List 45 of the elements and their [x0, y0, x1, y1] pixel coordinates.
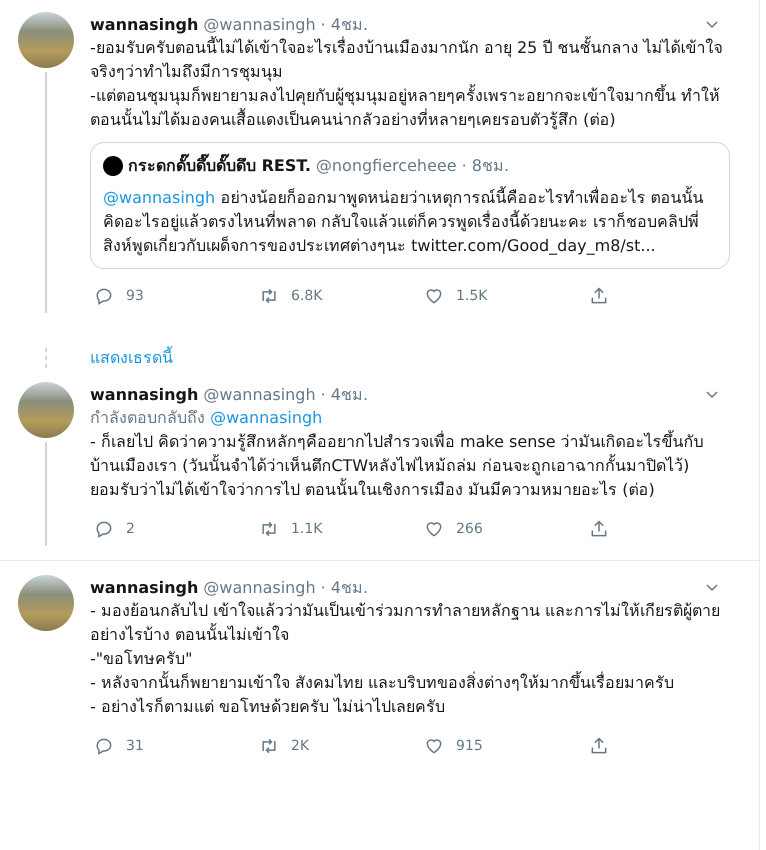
user-handle[interactable]: @wannasingh	[203, 14, 316, 34]
tweet-text: -"ขอโทษครับ"	[90, 648, 194, 670]
like-count: 1.5K	[456, 288, 488, 304]
tweet-time: · 4ชม.	[320, 384, 368, 406]
share-icon[interactable]	[589, 519, 609, 539]
quoted-tweet-text: @wannasingh อย่างน้อยก็ออกมาพูดหน่อยว่าเหตุการณ์นี้คืออะไรทำเพื่ออะไร ตอนนั้นคิดอะไรอยู่แล้วตรงไหนที่พลาด กลับใจแล้วแต่ก็ควรพูดเรื่องนี้ด้วยนะคะ เราก็ชอบคลิปพี่สิงห์พูดเกี่ยวกับเผด็จการของประเทศต่างๆนะ twitter.com/Good_day_m8/st...	[103, 186, 704, 258]
tweet-time: · 4ชม.	[320, 576, 368, 598]
tweet-text: -แต่ตอนชุมนุมก็พยายามลงไปคุยกับผู้ชุมนุมอยู่หลายๆครั้งเพราะอยากจะเข้าใจมากขึ้น ทำให้ตอนนั้นไม่ได้มองคนเสื้อแดงเป็นคนน่ากลัวอย่างที่หลายๆเคยรอบตัวรู้สึก (ต่อ)	[90, 84, 721, 132]
reply-icon[interactable]	[94, 519, 114, 539]
quoted-user-name: กระดกดั๊บดึ๊บดั๊บดึบ REST.	[128, 153, 311, 178]
show-thread-link[interactable]: แสดงเธรดนี้	[90, 345, 173, 370]
reply-icon[interactable]	[94, 286, 114, 306]
share-icon[interactable]	[589, 286, 609, 306]
user-handle[interactable]: @wannasingh	[203, 578, 316, 596]
tweet-text: -ยอมรับครับตอนนี้ไม่ได้เข้าใจอะไรเรื่องบ้านเมืองมากนัก อายุ 25 ปี ชนชั้นกลาง ไม่ได้เข้าใจจริงๆว่าทำไมถึงมีการชุมนุม	[90, 36, 724, 84]
tweet-url[interactable]: twitter.com/Good_day_m8/st...	[411, 236, 656, 255]
mention-link[interactable]: @wannasingh	[103, 188, 216, 207]
reply-count: 2	[126, 521, 135, 537]
tweet-text: - อย่างไรก็ตามแต่ ขอโทษด้วยครับ ไม่น่าไปเลยครับ	[90, 696, 446, 718]
reply-label: กำลังตอบกลับถึง	[90, 408, 205, 427]
share-icon[interactable]	[589, 736, 609, 756]
tweet-text: - หลังจากนั้นก็พยายามเข้าใจ สังคมไทย และบริบทของสิ่งต่างๆให้มากขึ้นเรื่อยมาครับ	[90, 671, 676, 694]
tweet-text: - มองย้อนกลับไป เข้าใจแล้วว่ามันเป็นเข้าร่วมการทำลายหลักฐาน และการไม่ให้เกียรติผู้ตายอย่างไรบ้าง ตอนนั้นไม่เข้าใจ	[90, 600, 722, 646]
avatar-icon	[103, 156, 123, 176]
like-count: 266	[456, 521, 483, 537]
heart-icon[interactable]	[424, 286, 444, 306]
retweet-count: 1.1K	[291, 521, 322, 537]
tweet-time: · 4ชม.	[320, 14, 368, 36]
quoted-tweet-time: · 8ชม.	[462, 155, 510, 177]
reply-count: 93	[126, 288, 144, 304]
retweet-count: 2K	[291, 738, 310, 754]
user-name[interactable]: wannasingh	[90, 384, 198, 404]
heart-icon[interactable]	[424, 519, 444, 539]
quoted-user-handle: @nongfierceheee	[316, 156, 457, 175]
retweet-count: 6.8K	[291, 288, 322, 304]
reply-count: 31	[126, 738, 144, 754]
mention-link[interactable]: @wannasingh	[210, 408, 322, 427]
tweet-text: - ก็เลยไป คิดว่าความรู้สึกหลักๆคืออยากไปสำรวจเพื่อ make sense ว่ามันเกิดอะไรขึ้นกับบ้านเมืองเรา (วันนั้นจำได้ว่าเห็นตึกCTWหลังไฟไหม้ถล่ม ก่อนจะถูกเอาฉากกั้นมาปิดไว้) ยอมรับว่าไม่ได้เข้าใจว่าการไป ตอนนั้นในเชิงการเมือง มันมีความหมายอะไร (ต่อ)	[90, 430, 705, 501]
heart-icon[interactable]	[424, 736, 444, 756]
user-name[interactable]: wannasingh	[90, 14, 198, 34]
quoted-tweet-card[interactable]	[90, 142, 730, 269]
like-count: 915	[456, 738, 483, 754]
user-handle[interactable]: @wannasingh	[203, 384, 316, 404]
reply-icon[interactable]	[94, 736, 114, 756]
user-name[interactable]: wannasingh	[90, 578, 198, 596]
